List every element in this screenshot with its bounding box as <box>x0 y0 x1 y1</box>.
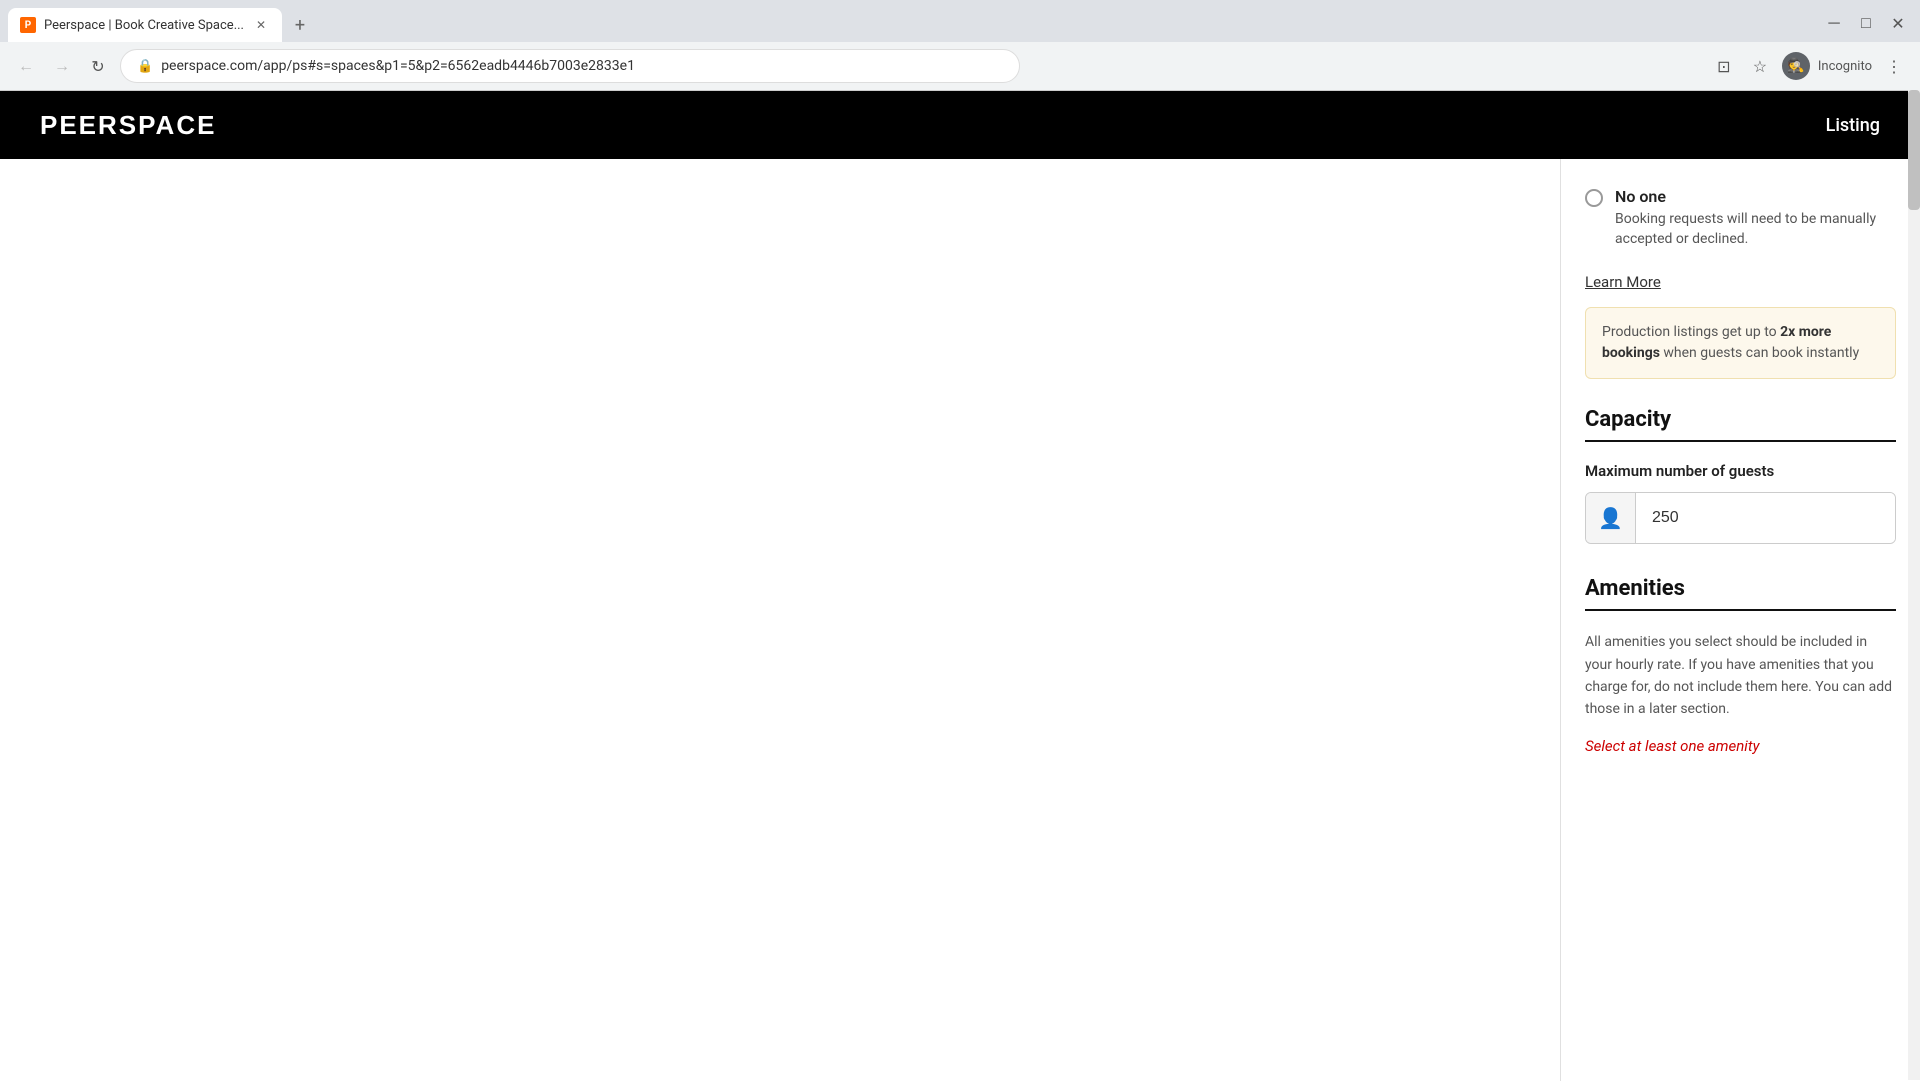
max-guests-label: Maximum number of guests <box>1585 462 1896 480</box>
new-tab-button[interactable]: + <box>286 11 314 39</box>
no-one-title: No one <box>1615 187 1896 206</box>
capacity-title: Capacity <box>1585 407 1896 432</box>
address-bar[interactable]: 🔒 peerspace.com/app/ps#s=spaces&p1=5&p2=… <box>120 49 1020 83</box>
incognito-avatar: 🕵 <box>1782 52 1810 80</box>
no-one-radio[interactable] <box>1585 189 1603 207</box>
site-header: PEERSPACE Listing <box>0 91 1920 159</box>
tab-favicon: P <box>20 17 36 33</box>
no-one-section: No one Booking requests will need to be … <box>1585 179 1896 249</box>
no-one-description: Booking requests will need to be manuall… <box>1615 210 1896 249</box>
no-one-content: No one Booking requests will need to be … <box>1615 187 1896 249</box>
more-menu-button[interactable]: ⋮ <box>1880 52 1908 80</box>
amenity-error-message: Select at least one amenity <box>1585 737 1896 755</box>
profile-icon[interactable]: 🕵 <box>1782 52 1810 80</box>
active-tab[interactable]: P Peerspace | Book Creative Space... ✕ <box>8 8 282 42</box>
tab-close-button[interactable]: ✕ <box>252 16 270 34</box>
reload-button[interactable]: ↻ <box>84 52 112 80</box>
maximize-button[interactable]: □ <box>1852 9 1880 37</box>
back-button[interactable]: ← <box>12 52 40 80</box>
forward-button[interactable]: → <box>48 52 76 80</box>
guests-person-icon: 👤 <box>1586 493 1636 543</box>
cast-icon[interactable]: ⊡ <box>1710 52 1738 80</box>
browser-right-controls: ⊡ ☆ 🕵 Incognito ⋮ <box>1710 52 1908 80</box>
max-guests-input[interactable] <box>1636 493 1895 543</box>
main-content: No one Booking requests will need to be … <box>0 159 1920 1081</box>
amenities-title: Amenities <box>1585 576 1896 601</box>
minimize-button[interactable]: ─ <box>1820 9 1848 37</box>
left-panel <box>0 159 1560 1081</box>
amenities-section: Amenities All amenities you select shoul… <box>1585 576 1896 755</box>
promo-box: Production listings get up to 2x more bo… <box>1585 307 1896 379</box>
capacity-section: Capacity Maximum number of guests 👤 <box>1585 407 1896 544</box>
amenities-description: All amenities you select should be inclu… <box>1585 631 1896 721</box>
capacity-divider <box>1585 440 1896 442</box>
lock-icon: 🔒 <box>137 59 153 74</box>
promo-text-end: when guests can book instantly <box>1660 345 1859 361</box>
peerspace-logo[interactable]: PEERSPACE <box>40 110 216 141</box>
close-window-button[interactable]: ✕ <box>1884 9 1912 37</box>
listing-nav-link[interactable]: Listing <box>1826 115 1880 136</box>
promo-text-start: Production listings get up to <box>1602 324 1780 340</box>
url-text: peerspace.com/app/ps#s=spaces&p1=5&p2=65… <box>161 58 635 74</box>
incognito-label: Incognito <box>1818 59 1872 74</box>
amenities-divider <box>1585 609 1896 611</box>
learn-more-link[interactable]: Learn More <box>1585 273 1896 291</box>
scrollbar-thumb[interactable] <box>1908 90 1920 210</box>
tab-bar: P Peerspace | Book Creative Space... ✕ +… <box>0 0 1920 42</box>
tab-title: Peerspace | Book Creative Space... <box>44 18 244 33</box>
browser-chrome: P Peerspace | Book Creative Space... ✕ +… <box>0 0 1920 91</box>
app-wrapper: PEERSPACE Listing No one Booking request… <box>0 91 1920 1081</box>
guests-input-wrapper: 👤 <box>1585 492 1896 544</box>
scrollbar-track <box>1908 90 1920 1080</box>
right-panel: No one Booking requests will need to be … <box>1560 159 1920 1081</box>
bookmark-icon[interactable]: ☆ <box>1746 52 1774 80</box>
address-bar-row: ← → ↻ 🔒 peerspace.com/app/ps#s=spaces&p1… <box>0 42 1920 90</box>
